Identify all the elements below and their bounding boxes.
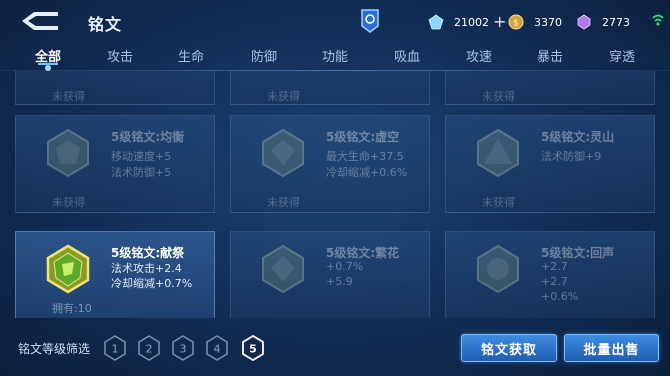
tab-attack[interactable]: 攻击	[90, 46, 150, 65]
rune-stat: 冷却缩减+0.7%	[111, 277, 193, 290]
rune-stat: +5.9	[326, 275, 353, 288]
level-number: 3	[180, 343, 187, 356]
tab-attack-speed[interactable]: 攻速	[449, 46, 509, 65]
rune-gem-icon	[46, 244, 90, 294]
tab-crit[interactable]: 暴击	[520, 46, 580, 65]
rune-gem-icon	[477, 128, 519, 178]
tab-health[interactable]: 生命	[161, 46, 221, 65]
rune-status: 未获得	[267, 196, 300, 209]
add-gem-button[interactable]: +	[493, 14, 506, 30]
rune-card[interactable]: 5级铭文:虚空 最大生命+37.5 冷却缩减+0.6% 未获得	[230, 115, 430, 213]
rune-card[interactable]: 5级铭文:繁花 +0.7% +5.9	[230, 231, 430, 318]
rune-name: 5级铭文:回声	[541, 246, 615, 260]
level-number: 5	[249, 343, 257, 356]
gold-count: 3370	[534, 15, 562, 29]
level-filter-5-selected[interactable]: 5	[241, 335, 265, 361]
rune-stat: 移动速度+5	[111, 150, 172, 163]
gem-icon	[428, 14, 444, 30]
rune-gem-icon	[47, 128, 89, 178]
rune-stat: 冷却缩减+0.6%	[326, 166, 408, 179]
level-filter-4[interactable]: 4	[205, 335, 229, 361]
tab-penetration[interactable]: 穿透	[592, 46, 652, 65]
back-arrow-icon[interactable]	[18, 10, 60, 32]
crystal-resource: 2773	[576, 12, 630, 32]
rune-name: 5级铭文:繁花	[326, 246, 400, 260]
crystal-count: 2773	[602, 15, 630, 29]
rune-card-selected[interactable]: 5级铭文:献祭 法术攻击+2.4 冷却缩减+0.7% 拥有:10	[15, 231, 215, 318]
gem-resource: 21002 +	[428, 12, 506, 32]
gold-resource: $ 3370	[508, 12, 562, 32]
rune-status: 未获得	[52, 196, 85, 209]
rune-name: 5级铭文:献祭	[111, 246, 185, 260]
gold-coin-icon: $	[508, 14, 524, 30]
level-number: 2	[146, 343, 153, 356]
rune-status: 未获得	[482, 90, 515, 103]
tab-utility[interactable]: 功能	[305, 46, 365, 65]
rune-acquire-button[interactable]: 铭文获取	[461, 334, 557, 362]
rune-gem-icon	[262, 128, 304, 178]
wifi-signal-icon	[652, 14, 664, 26]
rune-status: 未获得	[267, 90, 300, 103]
rune-stat: +2.7	[541, 260, 568, 273]
rune-stat: +0.7%	[326, 260, 364, 273]
rune-gem-icon	[262, 244, 304, 294]
rune-stat: +2.7	[541, 275, 568, 288]
level-filter-1[interactable]: 1	[103, 335, 127, 361]
gem-count: 21002	[454, 15, 489, 29]
rune-stat: 法术攻击+2.4	[111, 262, 182, 275]
rune-stat: 法术防御+9	[541, 150, 602, 163]
tab-defense[interactable]: 防御	[234, 46, 294, 65]
level-filter-3[interactable]: 3	[171, 335, 195, 361]
rune-stat: +0.6%	[541, 290, 579, 303]
rune-page-badge-icon[interactable]	[360, 8, 380, 34]
level-filter-2[interactable]: 2	[137, 335, 161, 361]
level-number: 1	[112, 343, 119, 356]
bulk-sell-button[interactable]: 批量出售	[564, 334, 659, 362]
rune-card[interactable]: 5级铭文:回声 +2.7 +2.7 +0.6%	[445, 231, 655, 318]
rune-card[interactable]: 5级铭文:均衡 移动速度+5 法术防御+5 未获得	[15, 115, 215, 213]
rune-status: 未获得	[482, 196, 515, 209]
rune-gem-icon	[477, 244, 519, 294]
top-bar: 铭文 21002 + $ 3370 2773	[0, 0, 670, 44]
rune-owned-count: 拥有:10	[52, 302, 92, 315]
level-number: 4	[214, 343, 221, 356]
svg-text:$: $	[513, 19, 519, 29]
rune-name: 5级铭文:虚空	[326, 130, 400, 144]
rune-status: 未获得	[52, 90, 85, 103]
rune-card[interactable]: 未获得	[15, 71, 215, 105]
page-title: 铭文	[88, 15, 123, 34]
category-tabs: 全部 攻击 生命 防御 功能 吸血 攻速 暴击 穿透	[0, 44, 670, 68]
crystal-icon	[577, 14, 591, 30]
rune-name: 5级铭文:灵山	[541, 130, 615, 144]
rune-stat: 法术防御+5	[111, 166, 172, 179]
rune-name: 5级铭文:均衡	[111, 130, 185, 144]
level-filter-label: 铭文等级筛选	[18, 342, 91, 356]
rune-stat: 最大生命+37.5	[326, 150, 404, 163]
rune-card[interactable]: 5级铭文:灵山 法术防御+9 未获得	[445, 115, 655, 213]
rune-grid: 未获得 未获得 未获得 5级铭文:均衡 移动速度+5 法术防御+5 未获得 5级…	[15, 71, 665, 318]
tab-lifesteal[interactable]: 吸血	[377, 46, 437, 65]
rune-card[interactable]: 未获得	[230, 71, 430, 105]
rune-card[interactable]: 未获得	[445, 71, 655, 105]
